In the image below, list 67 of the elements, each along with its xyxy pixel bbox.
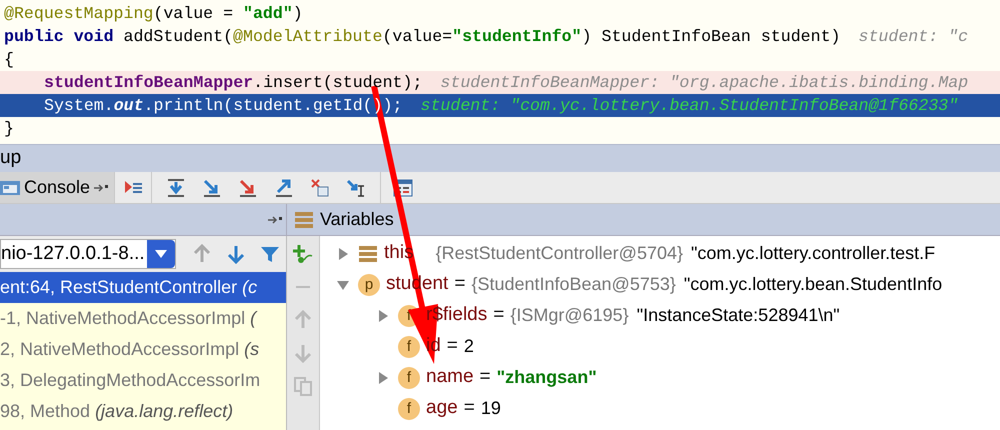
expand-arrow-icon[interactable] <box>376 308 390 322</box>
stack-frame[interactable]: 2, NativeMethodAccessorImpl (s <box>0 334 286 365</box>
code-token: out <box>114 95 144 117</box>
force-step-into-icon[interactable] <box>238 178 258 198</box>
expand-arrow-icon[interactable] <box>376 370 390 384</box>
field-icon: f <box>398 336 420 358</box>
expand-arrow-icon[interactable] <box>336 246 350 260</box>
variable-name: age <box>426 396 458 420</box>
code-token: "add" <box>243 3 293 25</box>
stack-frame[interactable]: ent:64, RestStudentController (c <box>0 272 286 303</box>
code-token: studentInfoBeanMapper <box>44 72 254 94</box>
field-icon: f <box>398 366 420 388</box>
stack-frame[interactable]: 98, Method (java.lang.reflect) <box>0 396 286 427</box>
inline-value-hint: student: "c <box>858 26 968 48</box>
inline-value-hint: studentInfoBeanMapper: "org.apache.ibatis.binding.Map <box>440 72 968 94</box>
filter-icon[interactable] <box>260 244 280 264</box>
thread-dropdown[interactable]: nio-127.0.0.1-8... <box>0 239 176 269</box>
variable-value: "com.yc.lottery.bean.StudentInfo <box>684 273 942 296</box>
code-token: { <box>4 49 14 71</box>
code-token: (value= <box>382 26 452 48</box>
equals-sign: = <box>454 272 466 296</box>
variable-value: 2 <box>464 335 474 358</box>
add-watch-icon[interactable] <box>293 244 313 264</box>
equals-sign: = <box>446 334 458 358</box>
variable-value: 19 <box>480 397 501 420</box>
variable-name: name <box>426 365 474 390</box>
step-into-icon[interactable] <box>202 178 222 198</box>
step-over-icon[interactable] <box>166 178 186 198</box>
code-token: @ModelAttribute <box>233 26 382 48</box>
pin-icon[interactable] <box>94 182 108 192</box>
down-arrow-icon[interactable] <box>226 244 246 264</box>
dropdown-caret-icon <box>147 240 175 268</box>
equals-sign: = <box>464 396 475 420</box>
variable-type: {ISMgr@6195} <box>510 304 629 327</box>
variable-value: "zhangsan" <box>496 366 597 389</box>
equals-sign: = <box>480 365 491 390</box>
drop-frame-icon[interactable] <box>310 178 330 198</box>
up-arrow-icon[interactable] <box>192 244 212 264</box>
stack-frame[interactable]: -1, NativeMethodAccessorImpl ( <box>0 303 286 334</box>
console-tab[interactable]: Console <box>0 172 116 203</box>
code-token: "studentInfo" <box>452 26 582 48</box>
code-token: addStudent( <box>124 26 234 48</box>
code-token: System. <box>44 95 114 117</box>
panel-title: Variables <box>320 208 394 231</box>
code-token: .insert(student); <box>253 72 422 94</box>
equals-sign: = <box>493 303 504 328</box>
code-token: ) <box>292 3 303 25</box>
variable-type: {RestStudentController@5704} <box>436 242 684 265</box>
inline-value-hint: student: "com.yc.lottery.bean.StudentInfoBean@1f66233" <box>420 95 958 117</box>
field-icon: f <box>398 398 420 420</box>
run-to-cursor-icon[interactable] <box>346 178 366 198</box>
code-token: ) StudentInfoBean student) <box>582 26 840 48</box>
parameter-icon: p <box>358 274 380 296</box>
stack-icon <box>358 244 378 264</box>
code-token: @RequestMapping <box>4 3 154 25</box>
window-icon <box>0 178 20 196</box>
tool-window-title: up <box>0 146 22 170</box>
variable-type: {StudentInfoBean@5753} <box>471 273 676 296</box>
pin-icon[interactable] <box>268 214 282 224</box>
code-token: } <box>4 118 14 140</box>
step-out-icon[interactable] <box>274 178 294 198</box>
stack-icon <box>294 210 314 230</box>
code-token: (value = <box>153 3 234 25</box>
stack-frame[interactable]: 3, DelegatingMethodAccessorIm <box>0 365 286 396</box>
code-token: public void <box>4 26 115 48</box>
variable-value: "InstanceState:528941\n" <box>636 304 840 327</box>
variable-value: "com.yc.lottery.controller.test.F <box>691 242 936 265</box>
